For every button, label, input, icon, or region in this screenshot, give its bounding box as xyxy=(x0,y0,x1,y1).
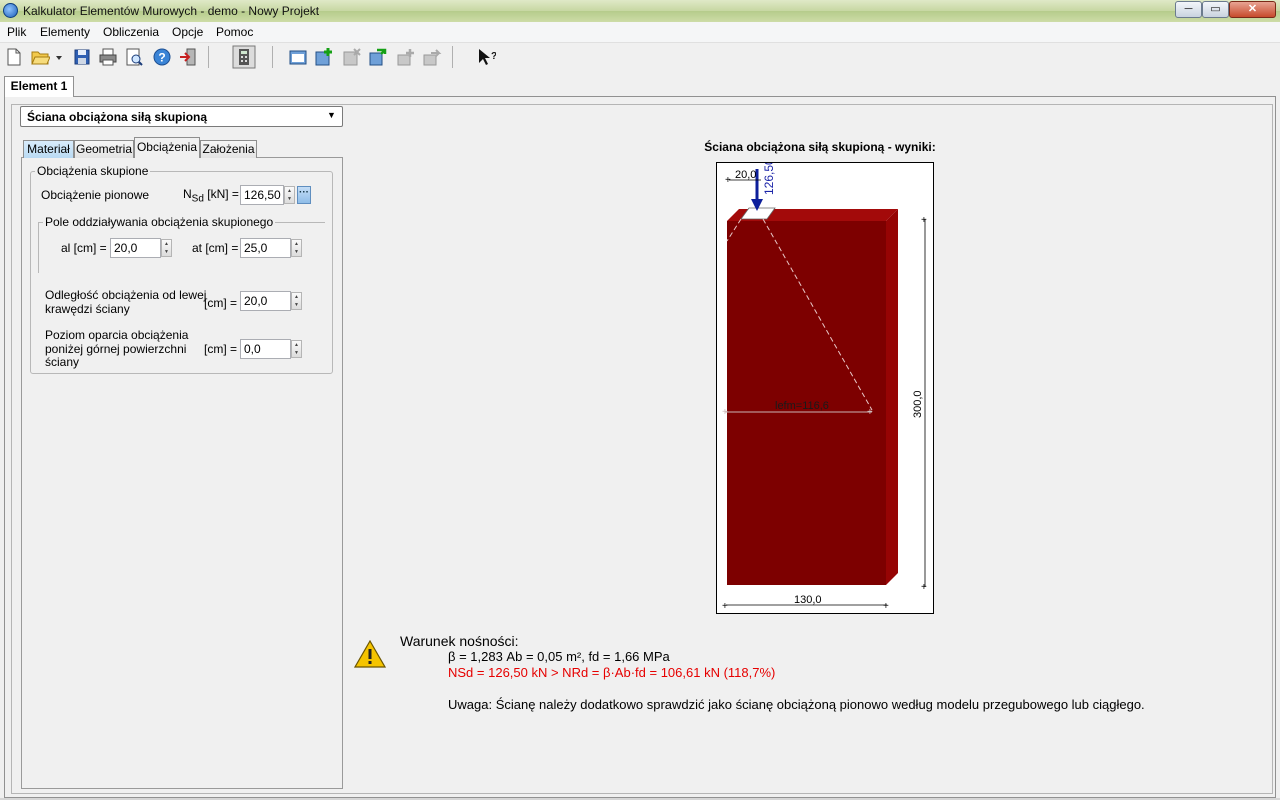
lefm-tick: + xyxy=(722,407,728,418)
menu-elementy[interactable]: Elementy xyxy=(40,25,90,39)
exit-icon[interactable] xyxy=(178,47,198,67)
vertical-load-spinner[interactable]: ▲ ▼ xyxy=(284,186,295,204)
element-type-select[interactable]: Ściana obciążona siłą skupioną xyxy=(20,106,343,127)
vertical-load-label: Obciążenie pionowe xyxy=(41,188,150,202)
support-label-line: Poziom oparcia obciążenia xyxy=(45,328,189,342)
open-folder-icon[interactable] xyxy=(30,47,50,67)
help-icon[interactable]: ? xyxy=(152,47,172,67)
distance-label-line: krawędzi ściany xyxy=(45,302,130,316)
print-preview-icon[interactable] xyxy=(124,47,144,67)
distance-label-line: Odległość obciążenia od lewej xyxy=(45,288,207,302)
menu-opcje[interactable]: Opcje xyxy=(172,25,203,39)
new-document-icon[interactable] xyxy=(4,47,24,67)
warning-icon xyxy=(354,640,386,668)
nsd-subscript: Sd xyxy=(191,193,204,205)
width-label: 130,0 xyxy=(794,594,822,606)
capacity-parameters: β = 1,283 Ab = 0,05 m², fd = 1,66 MPa xyxy=(448,649,670,664)
tab-assumptions[interactable]: Założenia xyxy=(200,140,257,158)
wall-side-face xyxy=(886,209,898,585)
close-button[interactable]: ✕ xyxy=(1229,1,1276,18)
svg-text:?: ? xyxy=(491,51,496,62)
tab-loads[interactable]: Obciążenia xyxy=(134,137,200,158)
distance-spinner[interactable]: ▲ ▼ xyxy=(291,292,302,310)
load-value-label: 126,50 xyxy=(762,163,776,195)
menu-pomoc[interactable]: Pomoc xyxy=(216,25,253,39)
results-title: Ściana obciążona siłą skupioną - wyniki: xyxy=(704,140,936,154)
tab-element-1[interactable]: Element 1 xyxy=(4,76,74,97)
al-spinner[interactable]: ▲ ▼ xyxy=(161,239,172,257)
at-spinner[interactable]: ▲ ▼ xyxy=(291,239,302,257)
al-input[interactable]: 20,0 xyxy=(110,238,161,258)
toolbar-separator xyxy=(272,46,273,68)
chevron-down-icon[interactable]: ▼ xyxy=(327,110,336,120)
capacity-check-result: NSd = 126,50 kN > NRd = β·Ab·fd = 106,61… xyxy=(448,665,776,680)
add-element-icon[interactable] xyxy=(314,47,334,67)
save-icon[interactable] xyxy=(72,47,92,67)
dropdown-arrow-icon[interactable] xyxy=(54,47,64,67)
menu-plik[interactable]: Plik xyxy=(7,25,26,39)
calculator-icon[interactable] xyxy=(232,45,256,69)
move-up-icon[interactable] xyxy=(396,47,416,67)
left-distance-label: 20,0 xyxy=(735,169,756,181)
move-down-icon[interactable] xyxy=(422,47,442,67)
vertical-load-symbol: NSd [kN] = xyxy=(183,187,239,204)
minimize-button[interactable]: ─ xyxy=(1175,1,1202,18)
distance-label: Odległość obciążenia od lewej krawędzi śc… xyxy=(45,288,206,316)
group-title: Pole oddziaływania obciążenia skupionego xyxy=(45,215,274,229)
support-level-label: Poziom oparcia obciążenia poniżej górnej … xyxy=(45,328,189,370)
capacity-condition-title: Warunek nośności: xyxy=(400,633,519,649)
copy-element-icon[interactable] xyxy=(368,47,388,67)
element-list-icon[interactable] xyxy=(288,47,308,67)
print-icon[interactable] xyxy=(98,47,118,67)
distance-input[interactable]: 20,0 xyxy=(240,291,291,311)
support-unit: [cm] = xyxy=(204,342,238,356)
support-level-input[interactable]: 0,0 xyxy=(240,339,291,359)
lefm-label: lefm=116,6 xyxy=(775,400,829,412)
nsd-unit: [kN] = xyxy=(203,187,239,201)
tab-geometry[interactable]: Geometria xyxy=(74,140,134,158)
wall-diagram-svg: + + lefm=116,6 126,50 + 20,0 + + 300,0 +… xyxy=(722,163,927,612)
vertical-load-input[interactable]: 126,50 xyxy=(240,185,284,205)
dim-tick: + xyxy=(921,215,927,226)
height-label: 300,0 xyxy=(912,390,924,418)
nsd-symbol: N xyxy=(183,187,192,201)
dim-tick: + xyxy=(722,601,728,612)
toolbar-separator xyxy=(452,46,453,68)
at-input[interactable]: 25,0 xyxy=(240,238,291,258)
distance-unit: [cm] = xyxy=(204,296,238,310)
group-title: Obciążenia skupione xyxy=(37,164,149,178)
support-label-line: ściany xyxy=(45,355,80,369)
delete-element-icon[interactable] xyxy=(342,47,362,67)
wall-diagram: + + lefm=116,6 126,50 + 20,0 + + 300,0 +… xyxy=(716,162,934,614)
context-help-icon[interactable]: ? xyxy=(476,47,496,67)
menu-obliczenia[interactable]: Obliczenia xyxy=(103,25,159,39)
dim-tick: + xyxy=(725,175,731,186)
dim-tick: + xyxy=(883,601,889,612)
tab-material[interactable]: Materiał xyxy=(23,140,74,158)
svg-text:?: ? xyxy=(158,51,165,65)
lefm-tick: + xyxy=(867,407,873,418)
at-label: at [cm] = xyxy=(192,241,239,255)
support-label-line: poniżej górnej powierzchni xyxy=(45,341,187,356)
window-title: Kalkulator Elementów Murowych - demo - N… xyxy=(23,4,320,18)
note-text: Uwaga: Ścianę należy dodatkowo sprawdzić… xyxy=(448,697,1145,712)
more-options-button[interactable]: ··· xyxy=(297,186,311,204)
app-icon xyxy=(3,3,18,18)
toolbar-separator xyxy=(208,46,209,68)
support-level-spinner[interactable]: ▲ ▼ xyxy=(291,340,302,358)
al-label: al [cm] = xyxy=(61,241,107,255)
dim-tick: + xyxy=(921,582,927,593)
maximize-button[interactable]: ▭ xyxy=(1202,1,1229,18)
